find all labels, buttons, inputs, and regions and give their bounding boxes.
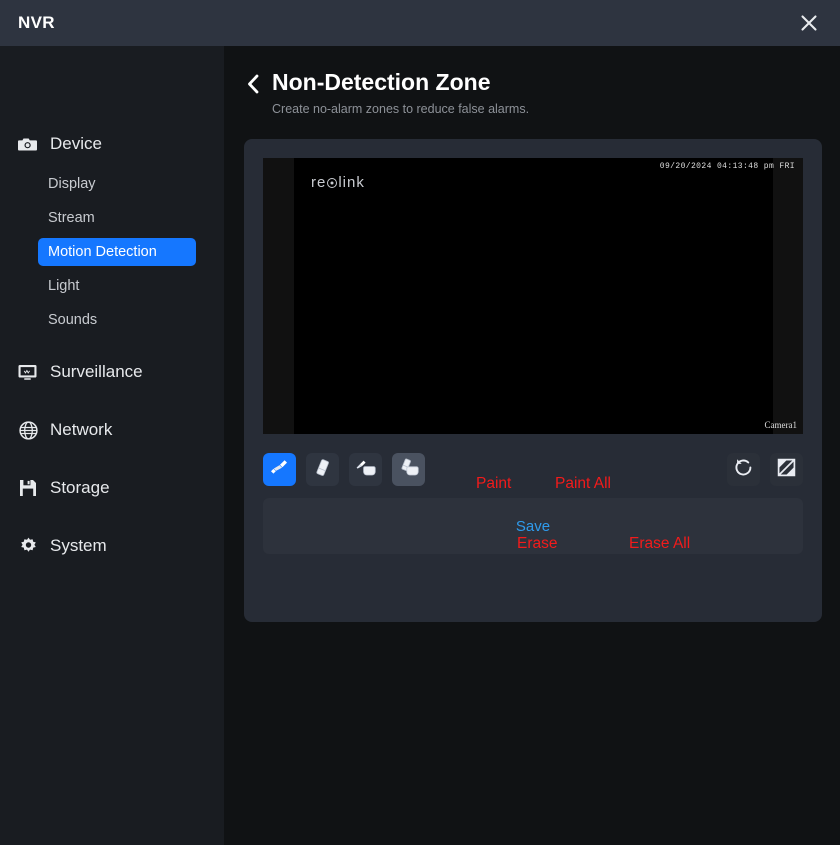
main-content: Non-Detection Zone Create no-alarm zones… (224, 46, 840, 845)
sidebar-item-motion-detection[interactable]: Motion Detection (38, 238, 196, 266)
paint-brush-tool[interactable] (263, 453, 296, 486)
sidebar-item-label: Network (50, 420, 113, 439)
zone-toolbar (263, 434, 803, 490)
save-panel: Save (263, 498, 803, 554)
monitor-icon (18, 362, 38, 382)
sidebar-item-surveillance[interactable]: Surveillance (0, 354, 224, 390)
page-title: Non-Detection Zone (272, 69, 491, 95)
eraser-tool[interactable] (306, 453, 339, 486)
camera-preview[interactable]: re link 09/20/2024 04:13:48 pm FRI Camera… (263, 158, 803, 434)
camera-preview-image (294, 158, 773, 434)
sidebar-item-storage[interactable]: Storage (0, 470, 224, 506)
sidebar-item-network[interactable]: Network (0, 412, 224, 448)
paint-brush-icon (269, 457, 290, 483)
app-title: NVR (18, 13, 55, 32)
paint-bucket-brush-icon (355, 457, 377, 483)
sidebar-item-label: Storage (50, 478, 110, 497)
sidebar: Device Display Stream Motion Detection L… (0, 46, 224, 845)
erase-all-tool[interactable] (392, 453, 425, 486)
page-subtitle: Create no-alarm zones to reduce false al… (272, 102, 530, 116)
fullscreen-expand-icon (776, 457, 797, 483)
page-header: Non-Detection Zone (224, 46, 840, 98)
logo-o-glyph (327, 178, 338, 188)
paint-bucket-eraser-icon (398, 457, 420, 483)
video-timestamp: 09/20/2024 04:13:48 pm FRI (659, 162, 795, 171)
floppy-disk-icon (18, 478, 38, 498)
title-bar: NVR (0, 0, 840, 46)
non-detection-zone-card: re link 09/20/2024 04:13:48 pm FRI Camera… (244, 139, 822, 622)
nvr-app-window: NVR Device Display Stream Motion Detecti… (0, 0, 840, 845)
sidebar-item-display[interactable]: Display (38, 170, 196, 198)
sidebar-item-label: Device (50, 134, 102, 153)
sidebar-item-light[interactable]: Light (38, 272, 196, 300)
gear-icon (18, 536, 38, 556)
sidebar-item-stream[interactable]: Stream (38, 204, 196, 232)
fullscreen-button[interactable] (770, 453, 803, 486)
video-camera-label: Camera1 (764, 420, 797, 430)
paint-all-tool[interactable] (349, 453, 382, 486)
sidebar-item-sounds[interactable]: Sounds (38, 306, 196, 334)
sidebar-group-device: Device Display Stream Motion Detection L… (0, 126, 224, 334)
reolink-logo: re link (311, 174, 365, 191)
view-tools-group (727, 453, 803, 486)
globe-icon (18, 420, 38, 440)
close-icon[interactable] (794, 8, 824, 38)
camera-icon (18, 134, 38, 154)
sidebar-item-label: System (50, 536, 107, 555)
sidebar-item-label: Surveillance (50, 362, 143, 381)
paint-tools-group (263, 453, 425, 486)
sidebar-item-system[interactable]: System (0, 528, 224, 564)
reset-button[interactable] (727, 453, 760, 486)
save-button[interactable]: Save (516, 518, 550, 535)
reset-circular-arrow-icon (733, 457, 754, 483)
chevron-left-icon[interactable] (244, 70, 262, 98)
sidebar-item-device[interactable]: Device (0, 126, 224, 162)
eraser-icon (312, 457, 333, 483)
